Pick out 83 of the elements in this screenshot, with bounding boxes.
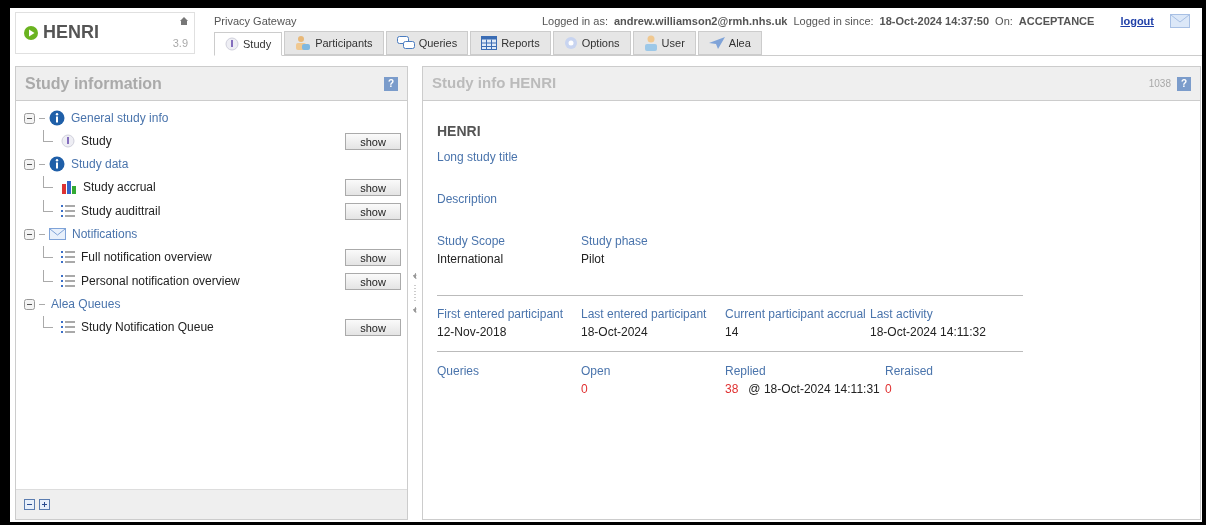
field-label: Queries	[437, 363, 481, 380]
show-button[interactable]: show	[345, 202, 401, 220]
info-icon	[61, 134, 75, 148]
tree-item-label[interactable]: Study	[81, 132, 345, 150]
collapse-icon[interactable]	[24, 158, 35, 170]
replied-timestamp: @ 18-Oct-2024 14:11:31	[748, 381, 880, 398]
field-label: Replied	[725, 363, 767, 380]
collapse-all-icon[interactable]	[24, 499, 35, 510]
logout-link[interactable]: logout	[1120, 12, 1154, 30]
info-icon	[49, 156, 65, 172]
list-icon	[61, 321, 75, 333]
show-button[interactable]: show	[345, 272, 401, 290]
field-label: Last entered participant	[581, 306, 708, 323]
paper-plane-icon	[708, 37, 725, 49]
panel-title: Study information	[25, 73, 163, 94]
show-button[interactable]: show	[345, 318, 401, 336]
tab[interactable]: Participants	[284, 31, 384, 55]
replied-count: 38	[725, 381, 739, 398]
field-label: Open	[581, 363, 612, 380]
tab[interactable]: User	[632, 31, 696, 55]
home-icon[interactable]	[180, 17, 188, 25]
field-value: 18-Oct-2024	[581, 324, 649, 341]
tab[interactable]: Reports	[470, 31, 551, 55]
login-since: 18-Oct-2024 14:37:50	[879, 13, 990, 29]
splitter-handle-icon[interactable]	[413, 273, 417, 313]
collapse-icon[interactable]	[24, 112, 35, 124]
login-since-label: Logged in since:	[793, 13, 874, 29]
study-name: HENRI	[437, 122, 482, 141]
login-user: andrew.williamson2@rmh.nhs.uk	[613, 13, 788, 29]
field-label: Study Scope	[437, 233, 507, 250]
environment: ACCEPTANCE	[1018, 13, 1095, 29]
collapse-icon[interactable]	[24, 228, 35, 240]
field-value: International	[437, 251, 505, 268]
collapse-icon[interactable]	[24, 298, 35, 310]
show-button[interactable]: show	[345, 178, 401, 196]
tree-item-label[interactable]: Study accrual	[83, 178, 345, 196]
field-label: Long study title	[437, 149, 519, 166]
tree-group-label[interactable]: Notifications	[72, 225, 138, 243]
info-icon	[49, 110, 65, 126]
tree-item-label[interactable]: Personal notification overview	[81, 272, 345, 290]
field-value: 12-Nov-2018	[437, 324, 508, 341]
subtitle: Privacy Gateway	[214, 13, 297, 29]
tab[interactable]: Study	[214, 32, 283, 56]
reraised-count: 0	[885, 381, 893, 398]
envelope-icon	[49, 228, 66, 240]
field-label: Current participant accrual	[725, 306, 867, 323]
info-icon	[225, 37, 239, 51]
tree-item-label[interactable]: Full notification overview	[81, 248, 345, 266]
expand-all-icon[interactable]	[39, 499, 50, 510]
field-label: Description	[437, 191, 499, 208]
gear-icon	[563, 36, 578, 50]
tree-group-label[interactable]: Alea Queues	[51, 295, 121, 313]
tab[interactable]: Queries	[385, 31, 469, 55]
tree-group-label[interactable]: Study data	[71, 155, 129, 173]
tab[interactable]: Alea	[697, 31, 762, 55]
play-icon	[24, 25, 38, 40]
field-value: Pilot	[581, 251, 606, 268]
speech-bubbles-icon	[396, 36, 415, 50]
environment-label: On:	[995, 13, 1013, 29]
list-icon	[61, 275, 75, 287]
user-icon	[643, 35, 658, 51]
field-label: First entered participant	[437, 306, 565, 323]
open-count: 0	[581, 381, 589, 398]
tab[interactable]: Options	[552, 31, 631, 55]
list-icon	[61, 205, 75, 217]
table-icon	[481, 36, 498, 50]
login-label: Logged in as:	[541, 13, 608, 29]
app-name: HENRI	[43, 21, 99, 44]
tree-item-label[interactable]: Study audittrail	[81, 202, 345, 220]
field-value: 14	[725, 324, 740, 341]
field-label: Reraised	[885, 363, 935, 380]
field-value: 18-Oct-2024 14:11:32	[870, 324, 987, 341]
show-button[interactable]: show	[345, 248, 401, 266]
field-label: Study phase	[581, 233, 649, 250]
tree-group-label[interactable]: General study info	[71, 109, 169, 127]
corner-number: 1038	[1148, 77, 1171, 91]
version-number: 3.9	[172, 35, 188, 51]
bar-chart-icon	[61, 180, 77, 194]
people-icon	[295, 35, 312, 51]
tree-item-label[interactable]: Study Notification Queue	[81, 318, 345, 336]
list-icon	[61, 251, 75, 263]
field-label: Last activity	[870, 306, 934, 323]
show-button[interactable]: show	[345, 132, 401, 150]
